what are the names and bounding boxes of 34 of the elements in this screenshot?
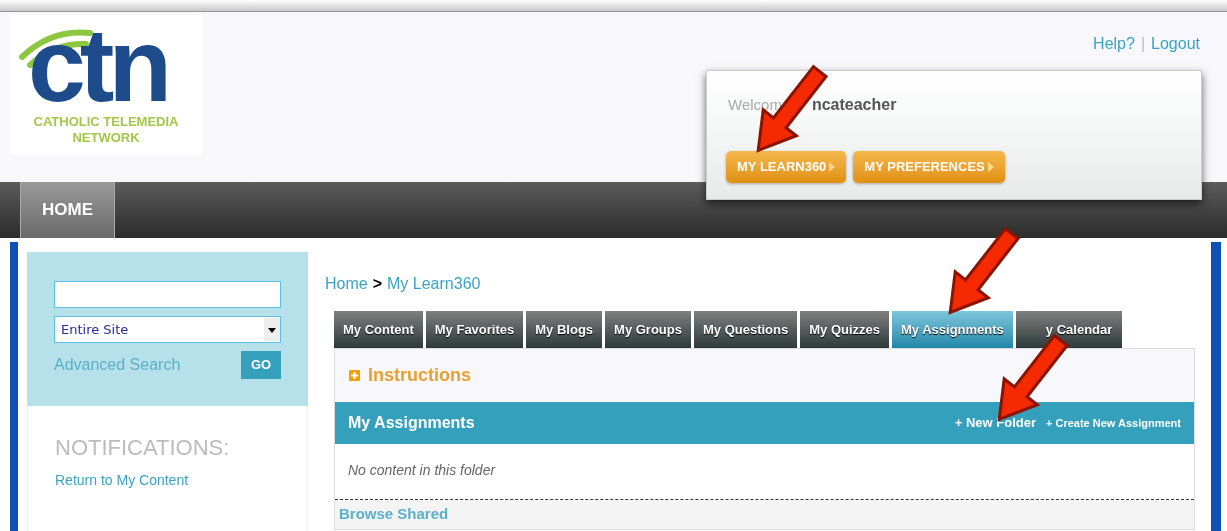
nav-tab[interactable]: HOME (20, 182, 115, 238)
return-link[interactable]: Return to My Content (55, 470, 280, 491)
create-assignment-link[interactable]: + Create New Assignment (1046, 414, 1181, 432)
instructions-toggle[interactable]: Instructions (368, 362, 471, 389)
section-title: My Assignments (348, 413, 475, 433)
breadcrumb-link[interactable]: My Learn360 (387, 272, 481, 296)
chevron-icon (829, 162, 836, 172)
tab[interactable]: y Calendar (1015, 311, 1123, 348)
go-button[interactable]: GO (241, 351, 281, 379)
browse-shared-link[interactable]: Browse Shared (339, 503, 449, 526)
account-button[interactable]: MY PREFERENCES (853, 151, 1005, 183)
scope-select[interactable]: Entire Site (54, 316, 281, 343)
breadcrumb-link[interactable]: Home (325, 272, 368, 296)
account-button[interactable]: MY LEARN360 (726, 151, 847, 183)
dropdown-caret-icon (264, 318, 280, 341)
advanced-search-link[interactable]: Advanced Search (54, 353, 181, 377)
search-field[interactable] (54, 281, 281, 308)
notifications-heading: NOTIFICATIONS: (55, 434, 231, 462)
link-separator: | (1140, 34, 1146, 54)
tab[interactable]: My Groups (605, 311, 691, 348)
chevron-icon (987, 162, 994, 172)
expand-icon[interactable] (349, 370, 360, 381)
help-link[interactable]: Help? (1093, 32, 1135, 56)
breadcrumb-separator: > (372, 274, 383, 294)
username: ncateacher (811, 95, 897, 115)
tab[interactable]: My Blogs (526, 311, 603, 348)
tab[interactable]: My Quizzes (800, 311, 889, 348)
tab[interactable]: My Favorites (425, 311, 524, 348)
welcome-text: Welcom (728, 95, 782, 115)
tab[interactable]: My Questions (693, 311, 798, 348)
tab[interactable]: My Assignments (892, 311, 1013, 348)
empty-message: No content in this folder (348, 462, 496, 478)
tab[interactable]: My Content (334, 311, 423, 348)
logout-link[interactable]: Logout (1151, 32, 1200, 56)
